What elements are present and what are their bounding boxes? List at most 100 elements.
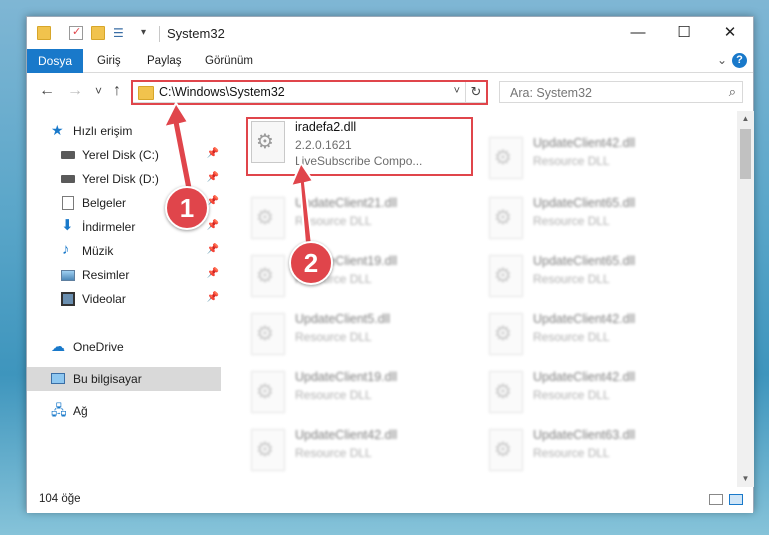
tab-home[interactable]: Giriş [97, 49, 121, 73]
dll-file-icon: ⚙ [489, 255, 523, 297]
sidebar-item-network[interactable]: 🖧 Ağ [27, 399, 221, 423]
qat-dropdown-icon[interactable]: ▾ [141, 26, 155, 40]
file-item[interactable]: ⚙ UpdateClient65.dll Resource DLL [483, 251, 703, 307]
dll-file-icon: ⚙ [251, 371, 285, 413]
downloads-icon: ⬇ [61, 217, 74, 234]
close-button[interactable]: ✕ [707, 17, 753, 49]
file-item-iradefa2[interactable]: ⚙ iradefa2.dll 2.2.0.1621 LiveSubscribe … [245, 117, 465, 173]
videos-icon [61, 292, 75, 306]
gear-icon: ⚙ [256, 207, 274, 229]
file-item[interactable]: ⚙ UpdateClient42.dll Resource DLL [245, 425, 465, 481]
sidebar-item-label: İndirmeler [82, 220, 136, 234]
search-box[interactable]: ⌕ [499, 81, 743, 103]
sidebar-item-music[interactable]: ♪ Müzik 📌 [27, 239, 221, 263]
status-bar: 104 öğe [27, 487, 753, 513]
maximize-button[interactable]: ☐ [661, 17, 707, 49]
gear-icon: ⚙ [256, 323, 274, 345]
recent-locations-button[interactable]: ˅ [95, 84, 102, 98]
expand-ribbon-icon[interactable]: ⌄ [717, 53, 727, 67]
gear-icon: ⚙ [494, 323, 512, 345]
sidebar-item-label: OneDrive [73, 340, 124, 354]
sidebar-item-this-pc[interactable]: Bu bilgisayar [27, 367, 221, 391]
sidebar-item-label: Bu bilgisayar [73, 372, 142, 386]
back-button[interactable]: ← [39, 82, 55, 100]
vertical-scrollbar[interactable]: ▲ ▼ [737, 111, 754, 487]
file-item[interactable]: ⚙ UpdateClient42.dll Resource DLL [483, 133, 703, 189]
gear-icon: ⚙ [256, 131, 274, 153]
customize-icon[interactable]: ☰ [113, 26, 127, 40]
gear-icon: ⚙ [494, 207, 512, 229]
sidebar-item-quick-access[interactable]: ★ Hızlı erişim [27, 119, 221, 143]
file-description: Resource DLL [533, 154, 610, 168]
drive-icon [61, 151, 75, 159]
explorer-window: ✓ ☰ ▾ System32 — ☐ ✕ Dosya Giriş Paylaş … [26, 16, 754, 513]
details-view-icon[interactable] [709, 494, 723, 505]
file-name: UpdateClient42.dll [533, 370, 636, 384]
computer-icon [51, 373, 65, 384]
scroll-up-icon[interactable]: ▲ [737, 111, 754, 127]
help-icon[interactable]: ? [732, 53, 747, 68]
pin-icon[interactable]: 📌 [207, 148, 219, 159]
address-path[interactable]: C:\Windows\System32 [159, 85, 285, 99]
search-input[interactable] [508, 85, 712, 101]
file-description: Resource DLL [533, 388, 610, 402]
gear-icon: ⚙ [494, 147, 512, 169]
dll-file-icon: ⚙ [251, 255, 285, 297]
pin-icon[interactable]: 📌 [207, 220, 219, 231]
new-folder-icon[interactable] [91, 26, 105, 40]
file-description: Resource DLL [295, 446, 372, 460]
file-name: UpdateClient65.dll [533, 254, 636, 268]
up-button[interactable]: ↑ [113, 82, 121, 100]
file-description: Resource DLL [533, 446, 610, 460]
file-name: UpdateClient42.dll [533, 312, 636, 326]
tab-share[interactable]: Paylaş [147, 49, 182, 73]
dll-file-icon: ⚙ [489, 371, 523, 413]
refresh-button[interactable]: ↻ [465, 81, 487, 103]
file-item[interactable]: ⚙ UpdateClient42.dll Resource DLL [483, 367, 703, 423]
address-dropdown-icon[interactable]: ˅ [454, 85, 460, 97]
tab-file[interactable]: Dosya [27, 49, 83, 73]
cloud-icon: ☁ [51, 338, 65, 354]
pin-icon[interactable]: 📌 [207, 172, 219, 183]
title-bar: ✓ ☰ ▾ System32 — ☐ ✕ [27, 17, 753, 49]
music-icon: ♪ [62, 241, 70, 258]
address-bar[interactable]: C:\Windows\System32 ˅ [131, 81, 487, 103]
properties-icon[interactable]: ✓ [69, 26, 83, 40]
search-icon: ⌕ [728, 84, 736, 99]
file-item[interactable]: ⚙ UpdateClient21.dll Resource DLL [245, 193, 465, 249]
drive-icon [61, 175, 75, 183]
file-description: Resource DLL [533, 272, 610, 286]
sidebar-item-onedrive[interactable]: ☁ OneDrive [27, 335, 221, 359]
tab-view[interactable]: Görünüm [205, 49, 253, 73]
pin-icon[interactable]: 📌 [207, 292, 219, 303]
divider [159, 26, 160, 42]
forward-button[interactable]: → [67, 82, 83, 100]
sidebar-item-videos[interactable]: Videolar 📌 [27, 287, 221, 311]
scrollbar-thumb[interactable] [740, 129, 751, 179]
sidebar-item-pictures[interactable]: Resimler 📌 [27, 263, 221, 287]
pictures-icon [61, 270, 75, 281]
scroll-down-icon[interactable]: ▼ [737, 471, 754, 487]
pin-icon[interactable]: 📌 [207, 268, 219, 279]
gear-icon: ⚙ [494, 439, 512, 461]
file-description: Resource DLL [533, 330, 610, 344]
sidebar-item-label: Yerel Disk (D:) [82, 172, 159, 186]
gear-icon: ⚙ [494, 265, 512, 287]
file-item[interactable]: ⚙ UpdateClient63.dll Resource DLL [483, 425, 703, 481]
file-item[interactable]: ⚙ UpdateClient42.dll Resource DLL [483, 309, 703, 365]
file-name: UpdateClient42.dll [533, 136, 636, 150]
file-item[interactable]: ⚙ UpdateClient65.dll Resource DLL [483, 193, 703, 249]
star-icon: ★ [51, 122, 64, 138]
dll-file-icon: ⚙ [251, 313, 285, 355]
file-list: ⚙ iradefa2.dll 2.2.0.1621 LiveSubscribe … [223, 111, 737, 487]
minimize-button[interactable]: — [615, 17, 661, 49]
tiles-view-icon[interactable] [729, 494, 743, 505]
documents-icon [62, 196, 74, 210]
file-item[interactable]: ⚙ UpdateClient5.dll Resource DLL [245, 309, 465, 365]
pin-icon[interactable]: 📌 [207, 244, 219, 255]
file-item[interactable]: ⚙ UpdateClient19.dll Resource DLL [245, 251, 465, 307]
file-item[interactable]: ⚙ UpdateClient19.dll Resource DLL [245, 367, 465, 423]
dll-file-icon: ⚙ [489, 137, 523, 179]
sidebar-item-local-disk-c[interactable]: Yerel Disk (C:) 📌 [27, 143, 221, 167]
gear-icon: ⚙ [494, 381, 512, 403]
